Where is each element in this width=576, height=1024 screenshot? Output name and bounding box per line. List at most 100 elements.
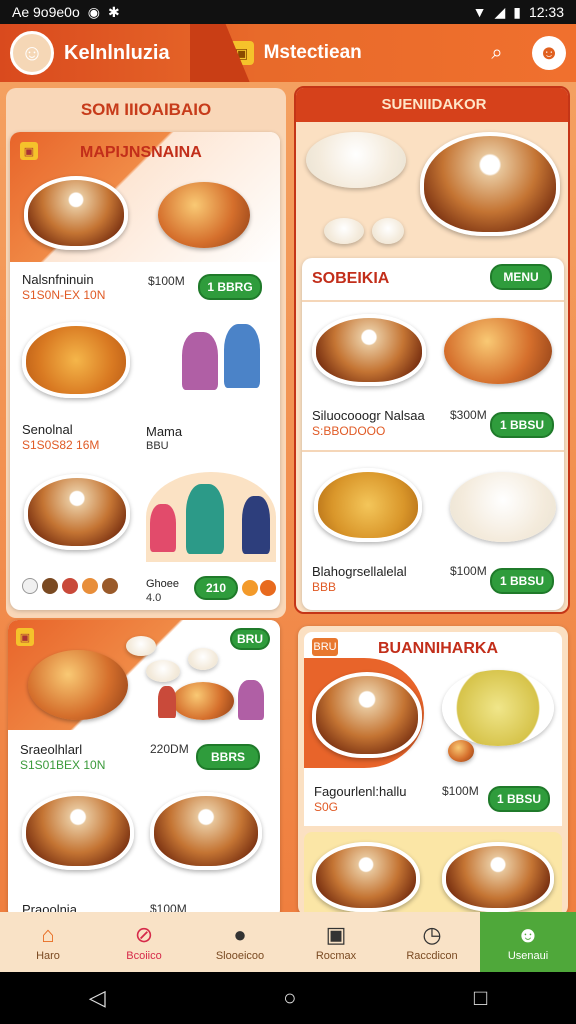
- person-image: [158, 686, 176, 718]
- food-image: [22, 322, 130, 398]
- back-icon[interactable]: ◁: [89, 985, 106, 1011]
- sauce-image: [448, 740, 474, 762]
- favorite-icon[interactable]: [242, 580, 258, 596]
- right-section: SUENIIDAKOR SOBEIKIA MENU Siluocooogr Na…: [294, 86, 570, 614]
- offers-icon: ⊘: [134, 922, 154, 947]
- person-image: [182, 332, 218, 390]
- food-image: [312, 672, 422, 758]
- divider: [302, 300, 564, 302]
- item-name: Siluocooogr Nalsaa: [312, 408, 425, 423]
- rating-avatars: [22, 578, 118, 594]
- status-bar: Ae 9o9e0o ◉ ✱ ▼ ◢ ▮ 12:33: [0, 0, 576, 24]
- badge-label: BRU: [312, 638, 338, 656]
- item-subtext: S0G: [314, 800, 339, 814]
- person-image: [224, 324, 260, 388]
- item-price: 220DM: [150, 742, 189, 756]
- item-subtext: S1S0N-EX 10N: [22, 288, 106, 302]
- home-circle-icon[interactable]: ○: [283, 985, 296, 1011]
- item-price: $100M: [450, 564, 487, 578]
- restaurant-card-1[interactable]: ▣ MAPIJNSNAINA Nalsnfninuin S1S0N-EX 10N…: [10, 132, 280, 610]
- nav-label: Slooeicoo: [215, 950, 265, 962]
- sauce-image: [126, 636, 156, 656]
- bottom-navigation: ⌂ Haro ⊘ Bcoiico ● Slooeicoo ▣ Rocmax ◷ …: [0, 912, 576, 972]
- food-image: [420, 132, 560, 236]
- item-label: Mama: [146, 424, 183, 439]
- food-image: [150, 792, 262, 870]
- item-name: Senolnal: [22, 422, 73, 437]
- brand-name: Kelnlnluzia: [64, 41, 170, 64]
- avatar: [102, 578, 118, 594]
- food-image: [312, 842, 420, 912]
- food-image: [442, 842, 554, 912]
- system-navigation: ◁ ○ □: [0, 972, 576, 1024]
- card-title: MAPIJNSNAINA: [80, 144, 202, 161]
- nav-label: Bcoiico: [126, 950, 162, 962]
- location-label[interactable]: Mstectiean: [264, 42, 362, 64]
- food-image: [312, 314, 426, 386]
- rice-image: [306, 132, 406, 188]
- profile-icon[interactable]: ☻: [532, 36, 566, 70]
- item-name: Fagourlenl:hallu: [314, 784, 407, 799]
- add-button[interactable]: 210: [194, 576, 238, 600]
- nav-history[interactable]: ◷ Raccdicon: [384, 912, 480, 972]
- item-price: $100M: [442, 784, 479, 798]
- nav-label: Usenaui: [507, 950, 549, 962]
- sauce-image: [324, 218, 364, 244]
- nav-offers[interactable]: ⊘ Bcoiico: [96, 912, 192, 972]
- food-image: [24, 176, 128, 250]
- restaurant-card-3[interactable]: SOBEIKIA MENU Siluocooogr Nalsaa S:BBODO…: [302, 258, 564, 610]
- food-image: [442, 670, 554, 746]
- add-button[interactable]: 1 BBRG: [198, 274, 262, 300]
- add-button[interactable]: 1 BBSU: [490, 568, 554, 594]
- avatar: [22, 578, 38, 594]
- nav-orders[interactable]: ▣ Rocmax: [288, 912, 384, 972]
- store-icon: ▣: [20, 142, 38, 160]
- sauce-image: [372, 218, 404, 244]
- nav-home[interactable]: ⌂ Haro: [0, 912, 96, 972]
- bag-icon: ●: [233, 922, 247, 947]
- add-button[interactable]: 1 BBSU: [490, 412, 554, 438]
- orders-icon: ▣: [325, 922, 347, 947]
- restaurant-card-4[interactable]: BRU BUANNIHARKA Fagourlenl:hallu S0G $10…: [298, 626, 568, 916]
- home-icon: ⌂: [41, 922, 55, 947]
- item-name: Nalsnfninuin: [22, 272, 94, 287]
- nav-label: Haro: [36, 950, 60, 962]
- avatar: [42, 578, 58, 594]
- card-title: BUANNIHARKA: [378, 640, 498, 657]
- search-icon[interactable]: ⌕: [480, 36, 514, 70]
- item-subtext: S1S0S82 16M: [22, 438, 100, 452]
- item-price: $100M: [148, 274, 185, 288]
- android-icon: ✱: [107, 3, 120, 20]
- avatar: [62, 578, 78, 594]
- wifi-icon: ▼: [472, 4, 487, 20]
- clock-icon: ◷: [422, 922, 442, 947]
- nav-user[interactable]: ☻ Usenaui: [480, 912, 576, 972]
- item-subtext: S1S01BEX 10N: [20, 758, 106, 772]
- nav-bag[interactable]: ● Slooeicoo: [192, 912, 288, 972]
- item-price: BBU: [146, 440, 169, 452]
- divider: [302, 450, 564, 452]
- recents-icon[interactable]: □: [474, 985, 487, 1011]
- favorite-icon[interactable]: [260, 580, 276, 596]
- item-name: Blahogrsellalelal: [312, 564, 407, 579]
- add-button[interactable]: 1 BBSU: [488, 786, 550, 812]
- sauce-image: [146, 660, 180, 682]
- badge-button[interactable]: BRU: [230, 628, 270, 650]
- person-image: [238, 680, 264, 720]
- food-image: [450, 472, 556, 542]
- main-content: SOM IIIOAIBAIO ▣ MAPIJNSNAINA Nalsnfninu…: [0, 82, 576, 920]
- sauce-image: [188, 648, 218, 670]
- food-image: [314, 468, 422, 542]
- menu-button[interactable]: MENU: [490, 264, 552, 290]
- restaurant-card-2[interactable]: ▣ BRU Sraeolhlarl S1S01BEX 10N 220DM BBR…: [8, 620, 280, 920]
- left-section-title: SOM IIIOAIBAIO: [80, 100, 212, 119]
- right-section-title: SUENIIDAKOR: [381, 96, 487, 113]
- nav-label: Rocmax: [315, 950, 357, 962]
- add-button[interactable]: BBRS: [196, 744, 260, 770]
- food-image: [24, 474, 130, 550]
- food-image: [158, 182, 250, 248]
- avatar[interactable]: ☺: [10, 31, 54, 75]
- battery-icon: ▮: [513, 3, 521, 20]
- item-name: Sraeolhlarl: [20, 742, 83, 757]
- left-section: SOM IIIOAIBAIO ▣ MAPIJNSNAINA Nalsnfninu…: [6, 88, 286, 618]
